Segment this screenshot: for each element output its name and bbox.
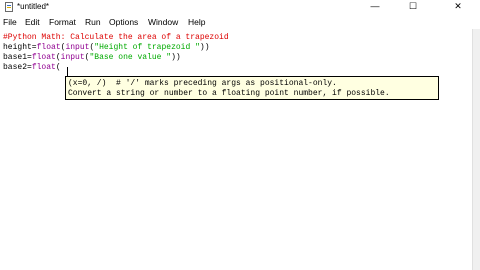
- title-bar[interactable]: *untitled* — ☐ ✕: [0, 0, 480, 14]
- menu-run[interactable]: Run: [85, 16, 101, 28]
- code-token: base1=: [3, 53, 32, 62]
- code-token: float: [31, 63, 56, 72]
- code-token: input: [65, 43, 90, 52]
- calltip-description: Convert a string or number to a floating…: [68, 89, 390, 98]
- code-token: height=: [3, 43, 37, 52]
- code-token: "Base one value ": [89, 53, 172, 62]
- menu-help[interactable]: Help: [188, 16, 205, 28]
- vertical-scrollbar[interactable]: [472, 29, 480, 270]
- code-line[interactable]: #Python Math: Calculate the area of a tr…: [3, 33, 229, 43]
- calltip-tooltip: (x=0, /) # '/' marks preceding args as p…: [65, 76, 439, 100]
- calltip-signature: (x=0, /) # '/' marks preceding args as p…: [68, 79, 337, 88]
- menu-file[interactable]: File: [3, 16, 17, 28]
- code-editor[interactable]: #Python Math: Calculate the area of a tr…: [0, 31, 473, 270]
- window-title: *untitled*: [17, 2, 50, 11]
- code-token: float: [36, 43, 61, 52]
- code-token: float: [31, 53, 56, 62]
- menu-bar: File Edit Format Run Options Window Help: [0, 14, 480, 29]
- code-token: )): [171, 53, 181, 62]
- menu-edit[interactable]: Edit: [25, 16, 40, 28]
- menu-window[interactable]: Window: [148, 16, 178, 28]
- menu-format[interactable]: Format: [49, 16, 76, 28]
- close-button[interactable]: ✕: [443, 0, 473, 12]
- idle-file-icon: [5, 2, 13, 12]
- code-token: base2=: [3, 63, 32, 72]
- code-token: "Height of trapezoid ": [94, 43, 200, 52]
- menu-options[interactable]: Options: [109, 16, 138, 28]
- code-token: (: [55, 63, 61, 72]
- code-line[interactable]: base1=float(input("Base one value ")): [3, 53, 181, 63]
- maximize-button[interactable]: ☐: [398, 0, 428, 12]
- code-token: #Python Math: Calculate the area of a tr…: [3, 33, 229, 42]
- minimize-button[interactable]: —: [360, 0, 390, 12]
- code-line[interactable]: height=float(input("Height of trapezoid …: [3, 43, 210, 53]
- text-cursor: [67, 67, 68, 76]
- code-line[interactable]: base2=float(: [3, 63, 61, 73]
- code-token: input: [60, 53, 85, 62]
- code-token: )): [199, 43, 210, 52]
